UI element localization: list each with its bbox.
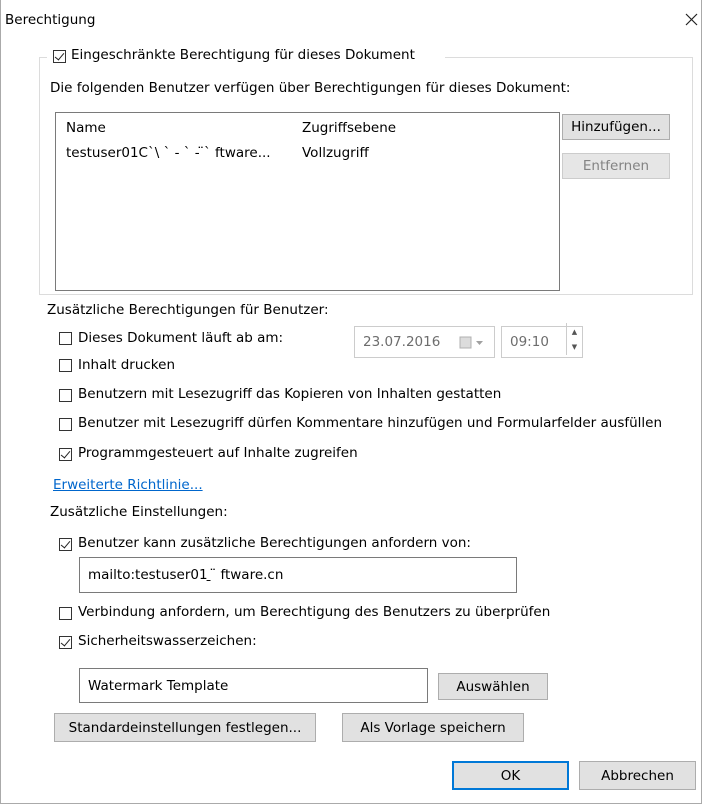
programmatic-access-label: Programmgesteuert auf Inhalte zugreifen [78,445,358,461]
users-description: Die folgenden Benutzer verfügen über Ber… [50,80,571,96]
user-access-cell: Vollzugriff [302,145,369,161]
save-as-template-button[interactable]: Als Vorlage speichern [342,713,524,742]
close-icon [685,13,698,26]
additional-permissions-heading: Zusätzliche Berechtigungen für Benutzer: [47,302,329,318]
print-checkbox[interactable] [59,359,72,372]
request-permissions-label: Benutzer kann zusätzliche Berechtigungen… [78,535,471,551]
copy-label: Benutzern mit Lesezugriff das Kopieren v… [78,386,502,402]
select-watermark-button[interactable]: Auswählen [438,673,548,700]
ok-button[interactable]: OK [452,761,569,790]
user-list[interactable]: Name Zugriffsebene testuser01C`\ ` - ` -… [55,112,560,291]
watermark-checkbox[interactable] [59,636,72,649]
spin-up-icon[interactable]: ▲ [567,324,582,339]
cancel-button[interactable]: Abbrechen [579,761,696,790]
watermark-value: Watermark Template [88,677,229,694]
copy-checkbox[interactable] [59,389,72,402]
expiry-date-value: 23.07.2016 [363,334,441,350]
close-button[interactable] [680,8,702,32]
print-label: Inhalt drucken [78,357,175,373]
time-spinner[interactable]: ▲ ▼ [566,323,582,355]
expiry-time-value: 09:10 [510,334,549,350]
verify-connection-label: Verbindung anfordern, um Berechtigung de… [78,604,551,620]
table-row[interactable]: testuser01C`\ ` - ` - ̈` ftware... Vollz… [56,143,559,165]
column-header-name[interactable]: Name [66,120,106,136]
spin-down-icon[interactable]: ▼ [567,339,582,354]
restricted-permission-checkbox[interactable] [53,50,66,63]
watermark-label: Sicherheitswasserzeichen: [78,633,257,649]
expiry-date-picker[interactable]: 23.07.2016 [354,326,495,358]
request-address-input[interactable]: mailto:testuser01 ̱ ̈ ftware.cn [79,557,517,593]
dialog-title: Berechtigung [5,12,96,28]
set-defaults-button[interactable]: Standardeinstellungen festlegen... [54,713,316,742]
expires-checkbox[interactable] [59,332,72,345]
watermark-input[interactable]: Watermark Template [79,668,428,703]
request-address-value: mailto:testuser01 ̱ ̈ ftware.cn [88,567,284,583]
remove-user-button[interactable]: Entfernen [562,153,670,179]
title-bar: Berechtigung [0,0,702,40]
expires-label: Dieses Dokument läuft ab am: [78,330,284,346]
restricted-permission-label: Eingeschränkte Berechtigung für dieses D… [71,47,415,63]
column-header-access[interactable]: Zugriffsebene [302,120,396,136]
advanced-policy-link[interactable]: Erweiterte Richtlinie... [53,477,203,493]
request-permissions-checkbox[interactable] [59,538,72,551]
comments-label: Benutzer mit Lesezugriff dürfen Kommenta… [78,415,663,431]
comments-checkbox[interactable] [59,418,72,431]
user-name-cell: testuser01C`\ ` - ` - ̈` ftware... [66,145,271,161]
calendar-icon [459,336,483,349]
verify-connection-checkbox[interactable] [59,607,72,620]
add-user-button[interactable]: Hinzufügen... [562,114,670,140]
programmatic-access-checkbox[interactable] [59,448,72,461]
additional-settings-heading: Zusätzliche Einstellungen: [50,504,228,520]
